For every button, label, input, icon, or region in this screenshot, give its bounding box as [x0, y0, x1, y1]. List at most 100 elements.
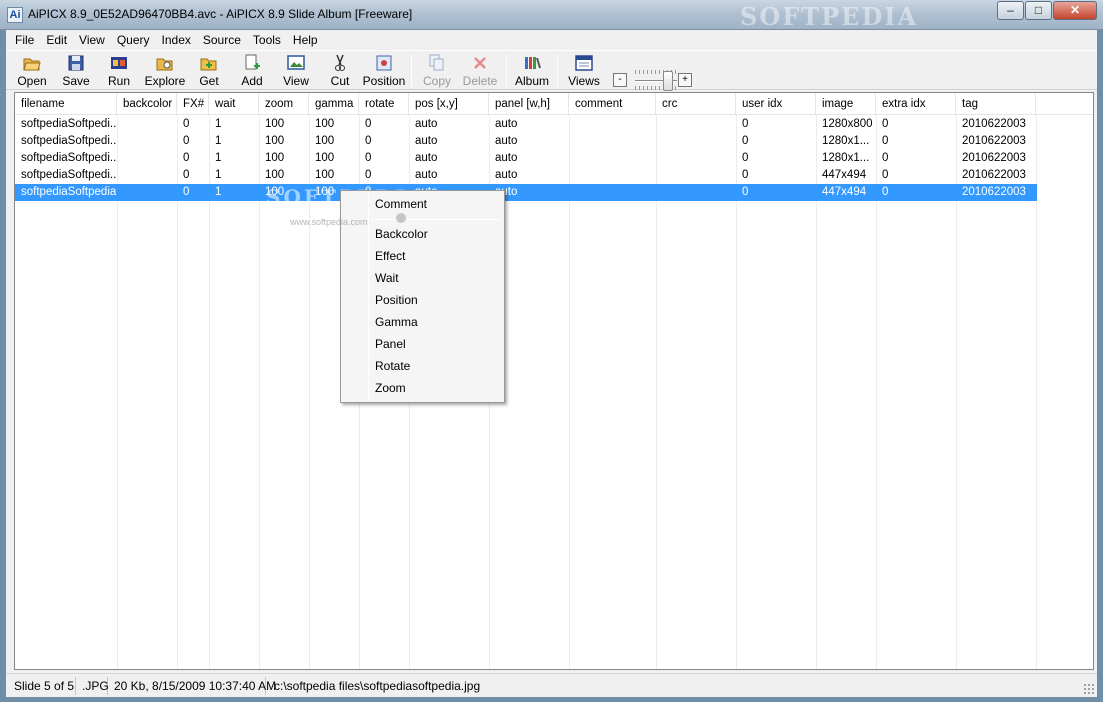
table-row[interactable]: softpediaSoftpedi... 0 1 100 100 0 auto auto 0 12… [15, 150, 1037, 167]
col-pos[interactable]: pos [x,y] [409, 93, 489, 115]
position-grid-icon [376, 55, 392, 71]
menu-source[interactable]: Source [197, 30, 247, 50]
position-button[interactable]: Position [362, 53, 406, 91]
album-button[interactable]: Album [512, 53, 552, 91]
delete-button[interactable]: Delete [460, 53, 500, 91]
close-button[interactable]: ✕ [1053, 1, 1097, 20]
col-panel[interactable]: panel [w,h] [489, 93, 569, 115]
cell-user-idx: 0 [742, 135, 749, 147]
col-gamma[interactable]: gamma [309, 93, 359, 115]
cell-filename: softpediaSoftpedi... [21, 152, 117, 164]
col-image[interactable]: image [816, 93, 876, 115]
views-button[interactable]: Views [564, 53, 604, 91]
ctx-comment[interactable]: Comment [343, 193, 502, 215]
col-crc[interactable]: crc [656, 93, 736, 115]
cell-fx: 0 [183, 169, 190, 181]
col-wait[interactable]: wait [209, 93, 259, 115]
add-button[interactable]: Add [234, 53, 270, 91]
toolbar-separator [557, 55, 558, 87]
open-label: Open [17, 74, 47, 88]
cell-wait: 1 [215, 186, 222, 198]
col-filename[interactable]: filename [15, 93, 117, 115]
zoom-in-button[interactable]: + [678, 73, 692, 87]
cell-tag: 2010622003 [962, 152, 1026, 164]
table-row[interactable]: softpediaSoftpedia011001000autoauto0447x… [15, 184, 1037, 201]
col-fx[interactable]: FX# [177, 93, 209, 115]
ctx-zoom[interactable]: Zoom [343, 377, 502, 399]
menu-edit[interactable]: Edit [40, 30, 73, 50]
ctx-rotate[interactable]: Rotate [343, 355, 502, 377]
cell-tag: 2010622003 [962, 118, 1026, 130]
cell-fx: 0 [183, 152, 190, 164]
cell-rotate: 0 [365, 118, 372, 130]
col-zoom[interactable]: zoom [259, 93, 309, 115]
open-button[interactable]: Open [12, 53, 52, 91]
toolbar: Open Save Run Explore Get Add View Cut P… [6, 50, 1097, 91]
cell-image: 447x494 [822, 169, 867, 181]
cell-fx: 0 [183, 186, 190, 198]
cell-gamma: 100 [315, 135, 335, 147]
window-title: AiPICX 8.9_0E52AD96470BB4.avc - AiPICX 8… [28, 7, 413, 21]
cell-pos: auto [415, 169, 438, 181]
cell-backcolor [117, 133, 177, 150]
menu-view[interactable]: View [73, 30, 111, 50]
cell-tag: 2010622003 [962, 186, 1026, 198]
menu-index[interactable]: Index [156, 30, 197, 50]
ctx-effect[interactable]: Effect [343, 245, 502, 267]
menu-separator [371, 219, 501, 220]
cell-pos: auto [415, 118, 438, 130]
zoom-slider-thumb[interactable] [663, 71, 673, 91]
view-label: View [283, 74, 309, 88]
cell-image: 447x494 [822, 186, 867, 198]
mouse-cursor [396, 213, 406, 223]
ctx-wait[interactable]: Wait [343, 267, 502, 289]
copy-button[interactable]: Copy [418, 53, 456, 91]
ctx-panel[interactable]: Panel [343, 333, 502, 355]
cut-button[interactable]: Cut [322, 53, 358, 91]
col-rotate[interactable]: rotate [359, 93, 409, 115]
cell-gamma: 100 [315, 169, 335, 181]
menu-tools[interactable]: Tools [247, 30, 287, 50]
menu-file[interactable]: File [6, 30, 40, 50]
col-backcolor[interactable]: backcolor [117, 93, 177, 115]
view-button[interactable]: View [278, 53, 314, 91]
get-button[interactable]: Get [192, 53, 226, 91]
table-row[interactable]: softpediaSoftpedi... 0 1 100 100 0 auto auto 0 12… [15, 116, 1037, 133]
cell-wait: 1 [215, 152, 222, 164]
cell-wait: 1 [215, 118, 222, 130]
get-label: Get [199, 74, 219, 88]
status-path: c:\softpedia files\softpediasoftpedia.jp… [274, 679, 481, 693]
menu-bar: File Edit View Query Index Source Tools … [6, 30, 1097, 50]
cell-comment [569, 116, 656, 133]
table-row[interactable]: softpediaSoftpedi... 0 1 100 100 0 auto auto 0 44… [15, 167, 1037, 184]
slide-list[interactable]: filename backcolor FX# wait zoom gamma r… [14, 92, 1094, 670]
minimize-button[interactable]: – [997, 1, 1024, 20]
zoom-out-button[interactable]: - [613, 73, 627, 87]
title-bar: Ai AiPICX 8.9_0E52AD96470BB4.avc - AiPIC… [0, 0, 1103, 31]
cell-extra-idx: 0 [882, 118, 889, 130]
menu-query[interactable]: Query [111, 30, 156, 50]
resize-grip[interactable] [1083, 683, 1095, 695]
menu-help[interactable]: Help [287, 30, 324, 50]
col-extra-idx[interactable]: extra idx [876, 93, 956, 115]
cell-filename: softpediaSoftpedi... [21, 169, 117, 181]
column-header: filename backcolor FX# wait zoom gamma r… [15, 93, 1093, 115]
folder-get-icon [200, 58, 217, 71]
ctx-gamma[interactable]: Gamma [343, 311, 502, 333]
cell-extra-idx: 0 [882, 169, 889, 181]
col-user-idx[interactable]: user idx [736, 93, 816, 115]
run-button[interactable]: Run [100, 53, 138, 91]
explore-button[interactable]: Explore [142, 53, 188, 91]
save-button[interactable]: Save [56, 53, 96, 91]
cell-user-idx: 0 [742, 169, 749, 181]
ctx-position[interactable]: Position [343, 289, 502, 311]
cell-backcolor [117, 116, 177, 133]
cell-filename: softpediaSoftpedia [21, 186, 117, 198]
cell-zoom: 100 [265, 152, 285, 164]
maximize-button[interactable]: □ [1025, 1, 1052, 20]
cell-wait: 1 [215, 169, 222, 181]
table-row[interactable]: softpediaSoftpedi... 0 1 100 100 0 auto auto 0 12… [15, 133, 1037, 150]
col-tag[interactable]: tag [956, 93, 1036, 115]
explore-label: Explore [144, 74, 186, 88]
col-comment[interactable]: comment [569, 93, 656, 115]
